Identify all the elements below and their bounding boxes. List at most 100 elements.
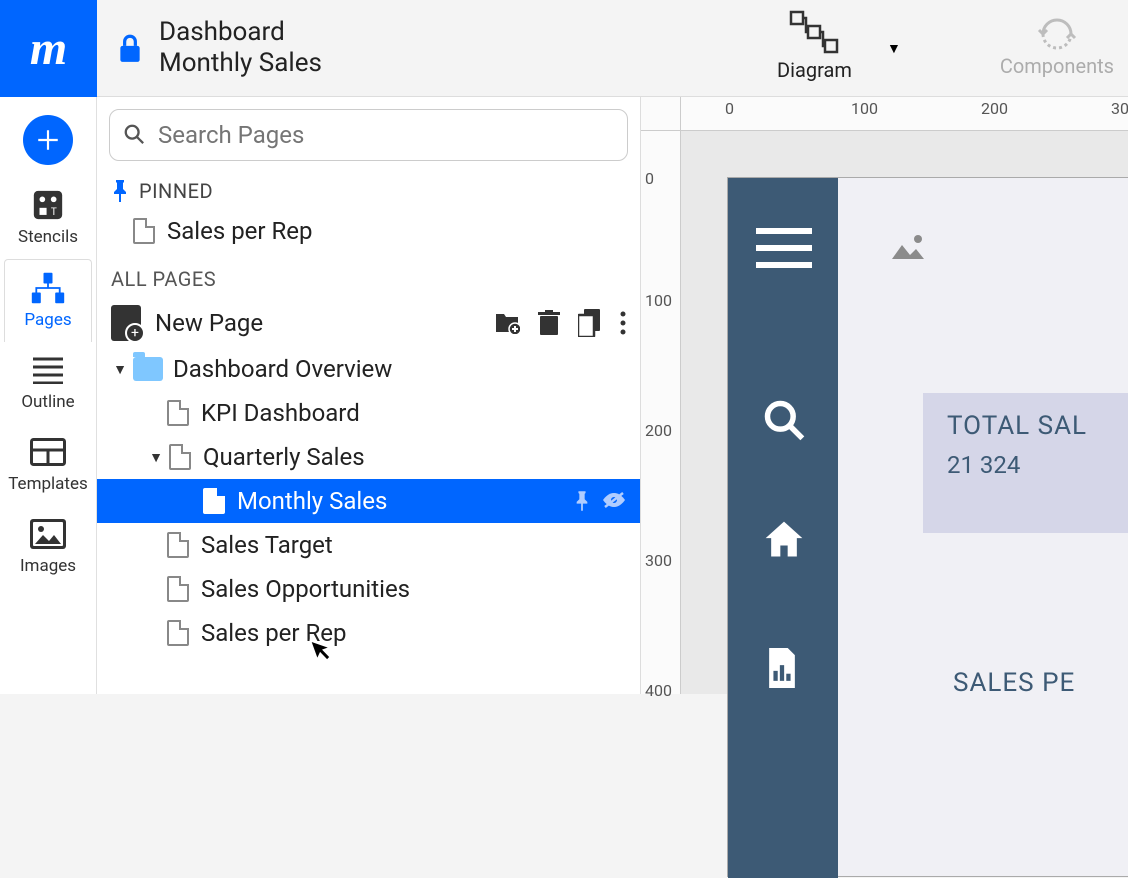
app-logo[interactable]: m [0, 0, 97, 97]
pinned-header-label: PINNED [139, 179, 213, 203]
tree-folder-row[interactable]: ▼ Dashboard Overview [97, 347, 640, 391]
image-placeholder-icon [888, 233, 928, 263]
rail-item-label: Outline [21, 392, 74, 412]
header-titles: Dashboard Monthly Sales [159, 17, 322, 79]
tree-page-row[interactable]: KPI Dashboard [97, 391, 640, 435]
new-folder-icon[interactable] [494, 312, 520, 334]
rail-item-label: Pages [24, 310, 71, 330]
rail-item-stencils[interactable]: T Stencils [0, 177, 96, 259]
ruler-tick: 0 [725, 99, 734, 118]
outline-icon [30, 352, 66, 388]
pages-panel: PINNED Sales per Rep ALL PAGES New Page … [97, 97, 641, 694]
page-icon [203, 488, 225, 514]
chart-file-icon [764, 648, 800, 688]
components-icon [1035, 10, 1079, 50]
all-pages-header: ALL PAGES [97, 253, 640, 299]
page-label: Quarterly Sales [203, 443, 365, 471]
page-label: Sales Opportunities [201, 575, 410, 603]
new-page-icon[interactable] [111, 305, 141, 341]
page-label: Monthly Sales [237, 487, 387, 515]
ruler-tick: 30 [1111, 99, 1128, 118]
pages-icon [30, 270, 66, 306]
plus-icon [35, 127, 61, 153]
page-label: Sales Target [201, 531, 333, 559]
tree-page-row[interactable]: Sales per Rep [97, 611, 640, 655]
new-page-label[interactable]: New Page [155, 309, 494, 337]
ruler-tick: 200 [981, 99, 1008, 118]
tree-page-row[interactable]: Sales Target [97, 523, 640, 567]
view-mode-label: Diagram [777, 58, 852, 82]
duplicate-icon[interactable] [578, 309, 602, 337]
page-icon [133, 218, 155, 244]
design-canvas[interactable]: TOTAL SAL 21 324 SALES PE [727, 177, 1128, 877]
page-icon [167, 576, 189, 602]
kpi-value: 21 324 [947, 451, 1128, 479]
components-button[interactable]: Components [1000, 10, 1114, 78]
hamburger-icon [756, 228, 812, 268]
row-actions [574, 491, 626, 511]
project-title[interactable]: Dashboard [159, 17, 322, 48]
tree-page-row[interactable]: Sales Opportunities [97, 567, 640, 611]
page-label: Sales per Rep [167, 217, 313, 245]
rail-item-label: Stencils [18, 227, 78, 247]
search-wrap [97, 97, 640, 173]
tree-page-row[interactable]: ▼ Quarterly Sales [97, 435, 640, 479]
pin-icon [111, 180, 129, 202]
page-tree: ▼ Dashboard Overview KPI Dashboard ▼ Qua… [97, 347, 640, 655]
ruler-tick: 100 [851, 99, 878, 118]
folder-icon [133, 357, 163, 381]
lock-icon[interactable] [117, 33, 143, 63]
page-icon [167, 532, 189, 558]
page-tools [494, 309, 626, 337]
rail-item-images[interactable]: Images [0, 506, 96, 588]
mock-kpi-card: TOTAL SAL 21 324 [923, 393, 1128, 533]
view-mode-diagram[interactable]: Diagram [777, 10, 852, 82]
templates-icon [30, 434, 66, 470]
components-label: Components [1000, 54, 1114, 78]
ruler-vertical[interactable]: 0 100 200 300 400 [641, 131, 681, 694]
page-label: KPI Dashboard [201, 399, 360, 427]
canvas-area: 0 100 200 30 0 100 200 300 400 TOTAL SAL… [641, 97, 1128, 694]
rail-item-outline[interactable]: Outline [0, 342, 96, 424]
stencils-icon: T [30, 187, 66, 223]
ruler-tick: 100 [645, 291, 672, 310]
search-icon [123, 123, 145, 145]
kpi-title: TOTAL SAL [947, 411, 1128, 441]
images-icon [30, 516, 66, 552]
svg-text:T: T [51, 207, 57, 218]
page-icon [167, 620, 189, 646]
header: Dashboard Monthly Sales Diagram ▼ Compon… [97, 0, 1128, 97]
tree-page-row-selected[interactable]: Monthly Sales [97, 479, 640, 523]
caret-down-icon[interactable]: ▼ [113, 361, 127, 378]
rail-item-templates[interactable]: Templates [0, 424, 96, 506]
pin-icon[interactable] [574, 491, 590, 511]
search-input[interactable] [109, 109, 628, 161]
add-button[interactable] [23, 115, 73, 165]
home-icon [762, 518, 806, 562]
page-icon [169, 444, 191, 470]
ruler-tick: 200 [645, 421, 672, 440]
diagram-icon [789, 10, 839, 54]
visibility-off-icon[interactable] [602, 491, 626, 511]
caret-down-icon[interactable]: ▼ [149, 449, 163, 466]
pinned-header: PINNED [97, 173, 640, 209]
page-title[interactable]: Monthly Sales [159, 48, 322, 79]
ruler-tick: 300 [645, 551, 672, 570]
more-icon[interactable] [620, 311, 626, 335]
new-page-row: New Page [97, 299, 640, 347]
delete-icon[interactable] [538, 310, 560, 336]
rail-item-label: Images [20, 556, 76, 576]
folder-label: Dashboard Overview [173, 355, 392, 383]
view-mode-caret-icon[interactable]: ▼ [887, 40, 901, 57]
rail-item-label: Templates [8, 474, 88, 494]
ruler-tick: 400 [645, 681, 672, 700]
search-icon [762, 398, 806, 442]
rail-item-pages[interactable]: Pages [4, 259, 92, 342]
ruler-horizontal[interactable]: 0 100 200 30 [681, 97, 1128, 131]
pinned-page-row[interactable]: Sales per Rep [97, 209, 640, 253]
left-rail: m T Stencils Pages Outline Templates Ima… [0, 0, 97, 694]
page-icon [167, 400, 189, 426]
ruler-corner [641, 97, 681, 131]
ruler-tick: 0 [645, 169, 654, 188]
app-logo-letter: m [30, 21, 67, 76]
